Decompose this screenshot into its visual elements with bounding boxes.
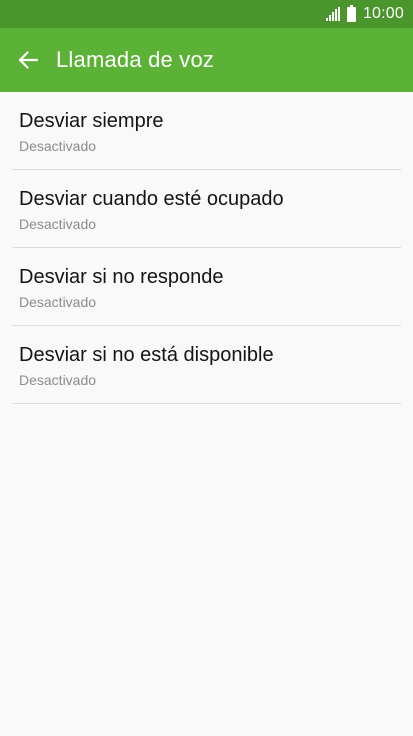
status-icons: 10:00 bbox=[325, 0, 404, 28]
forwarding-options-list: Desviar siempre Desactivado Desviar cuan… bbox=[0, 92, 413, 404]
list-item-forward-no-answer[interactable]: Desviar si no responde Desactivado bbox=[0, 248, 413, 326]
list-item-forward-when-busy[interactable]: Desviar cuando esté ocupado Desactivado bbox=[0, 170, 413, 248]
list-item-title: Desviar si no está disponible bbox=[19, 344, 274, 366]
list-item-forward-always[interactable]: Desviar siempre Desactivado bbox=[0, 92, 413, 170]
app-bar: Llamada de voz bbox=[0, 28, 413, 92]
list-item-status: Desactivado bbox=[19, 294, 97, 310]
list-item-status: Desactivado bbox=[19, 216, 97, 232]
divider bbox=[12, 403, 401, 404]
status-bar: 10:00 bbox=[0, 0, 413, 28]
battery-icon bbox=[346, 4, 356, 22]
back-arrow-icon bbox=[18, 51, 38, 69]
back-button[interactable] bbox=[0, 28, 56, 92]
signal-icon bbox=[325, 7, 340, 21]
list-item-title: Desviar siempre bbox=[19, 110, 164, 132]
page-title: Llamada de voz bbox=[56, 47, 215, 72]
list-item-status: Desactivado bbox=[19, 138, 97, 154]
list-item-status: Desactivado bbox=[19, 372, 97, 388]
list-item-forward-unavailable[interactable]: Desviar si no está disponible Desactivad… bbox=[0, 326, 413, 404]
list-item-title: Desviar cuando esté ocupado bbox=[19, 188, 284, 210]
status-clock: 10:00 bbox=[362, 5, 404, 22]
list-item-title: Desviar si no responde bbox=[19, 266, 224, 288]
